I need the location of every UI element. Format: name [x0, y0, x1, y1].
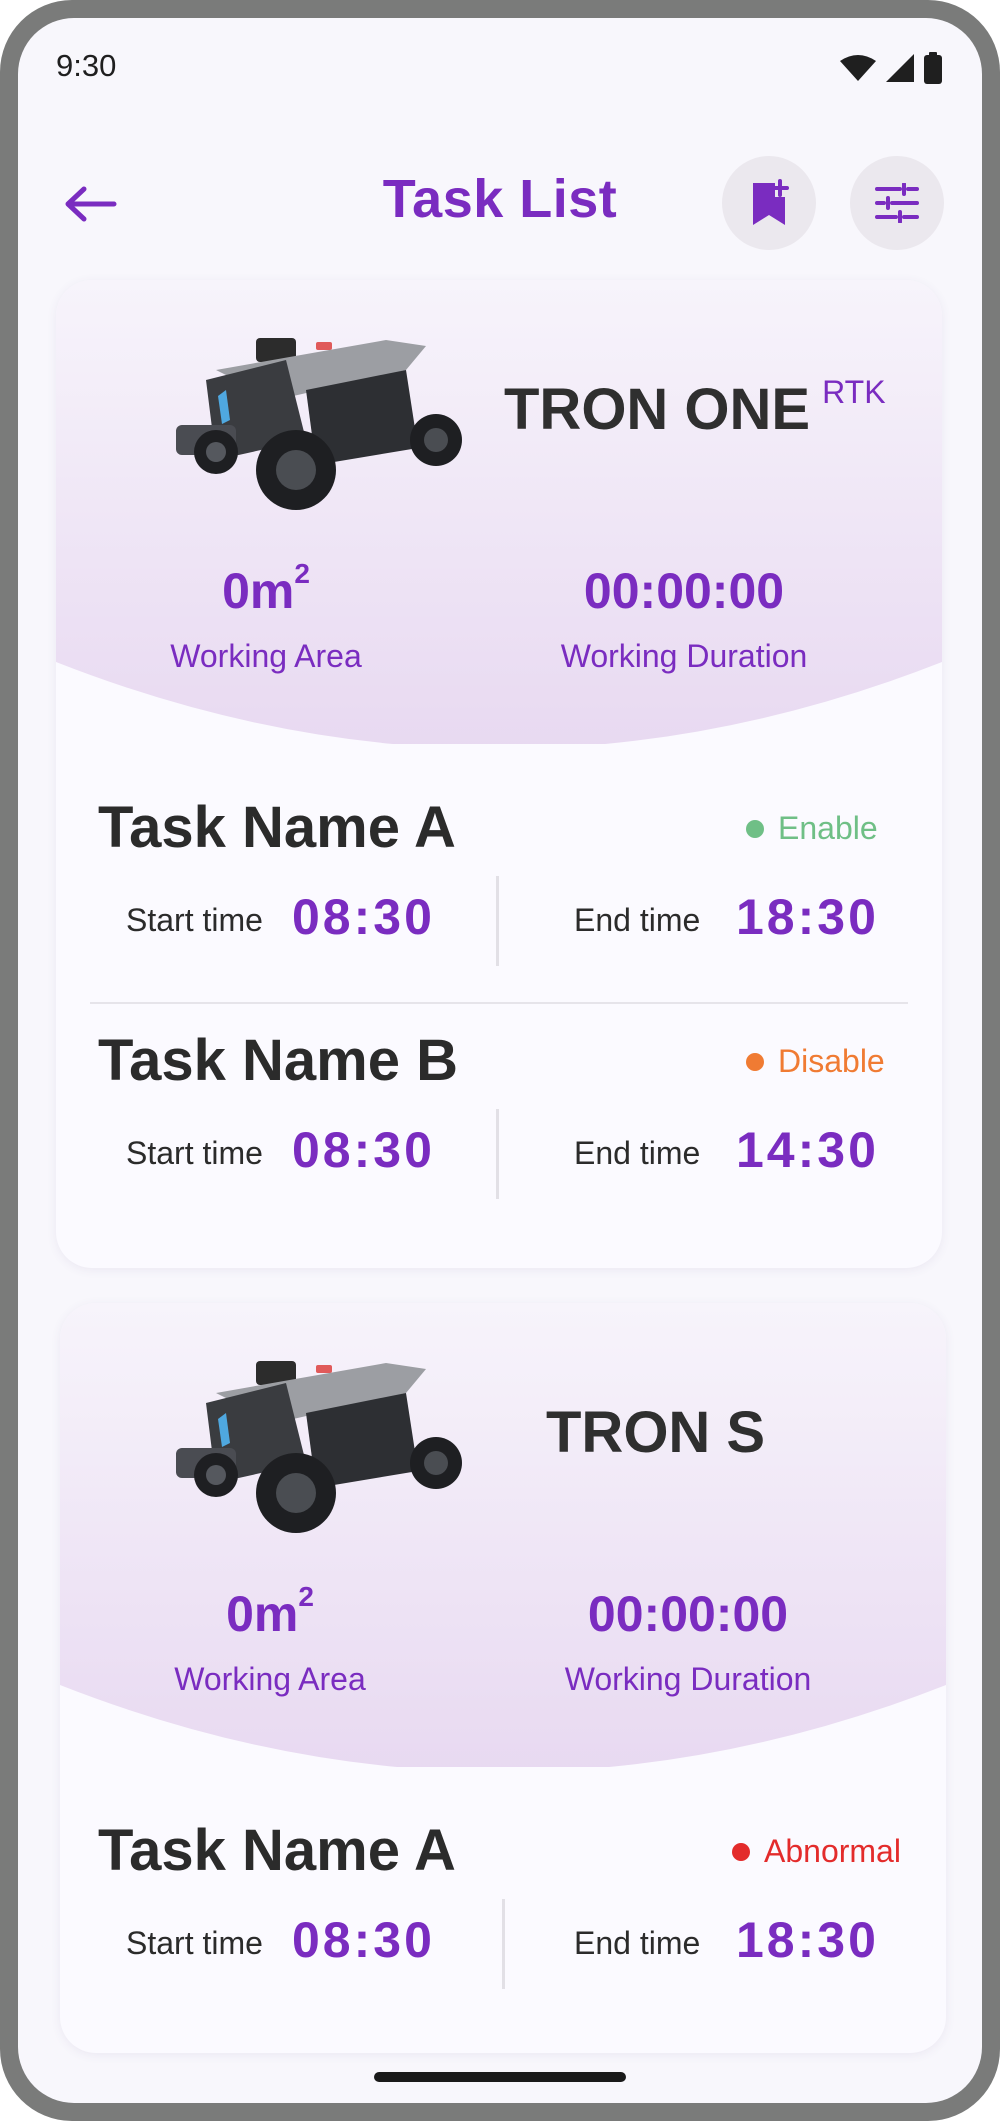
- device-card[interactable]: TRON S 0m2 Working Area 00:00:00 Working…: [60, 1303, 946, 2053]
- start-time-label: Start time: [126, 1135, 263, 1171]
- working-duration-label: Working Duration: [564, 1661, 812, 1697]
- start-time-value: 08:30: [292, 1912, 435, 1968]
- device-name-text: TRON ONE: [504, 377, 811, 442]
- device-hero: TRON S 0m2 Working Area 00:00:00 Working…: [60, 1303, 946, 1767]
- task-item[interactable]: Task Name B Disable Start time 08:30 End…: [56, 1027, 942, 1259]
- device-name: TRON ONE RTK: [504, 374, 886, 443]
- status-time: 9:30: [56, 48, 117, 83]
- status-text: Enable: [778, 810, 878, 846]
- area-unit-superscript: 2: [294, 558, 310, 589]
- end-time-value: 18:30: [736, 1912, 879, 1968]
- filter-button[interactable]: [850, 156, 944, 250]
- start-time-label: Start time: [126, 902, 263, 938]
- working-area-value: 0m2: [150, 1581, 390, 1643]
- start-time-value: 08:30: [292, 889, 435, 945]
- end-time-value: 18:30: [736, 889, 879, 945]
- working-area-value: 0m2: [146, 558, 386, 620]
- time-divider: [496, 876, 499, 966]
- status-bar: 9:30: [18, 18, 982, 118]
- status-text: Disable: [778, 1043, 885, 1079]
- bookmark-add-icon: [753, 179, 789, 225]
- add-bookmark-button[interactable]: [722, 156, 816, 250]
- task-name: Task Name A: [98, 1818, 456, 1883]
- end-time-label: End time: [574, 902, 701, 938]
- device-name: TRON S: [546, 1399, 765, 1466]
- status-dot: [732, 1842, 750, 1861]
- working-area-label: Working Area: [170, 638, 362, 674]
- task-name: Task Name B: [98, 1028, 458, 1093]
- working-duration-stat: 00:00:00 Working Duration: [534, 562, 834, 675]
- working-area-label: Working Area: [174, 1661, 366, 1697]
- status-badge: Disable: [746, 1043, 885, 1080]
- time-divider: [496, 1109, 499, 1199]
- time-row: Start time 08:30 End time 18:30: [60, 1899, 946, 1989]
- time-row: Start time 08:30 End time 18:30: [56, 876, 942, 966]
- working-area-number: 0m: [226, 1586, 299, 1642]
- area-unit-superscript: 2: [298, 1581, 314, 1612]
- start-time-value: 08:30: [292, 1122, 435, 1178]
- status-dot: [746, 1052, 764, 1071]
- working-duration-value: 00:00:00: [587, 1586, 789, 1642]
- time-row: Start time 08:30 End time 14:30: [56, 1109, 942, 1199]
- status-dot: [746, 819, 764, 838]
- working-area-number: 0m: [222, 563, 295, 619]
- task-item[interactable]: Task Name A Enable Start time 08:30 End …: [56, 794, 942, 1026]
- task-item[interactable]: Task Name A Abnormal Start time 08:30 En…: [60, 1817, 946, 2049]
- device-hero: TRON ONE RTK 0m2 Working Area 00:00:00 Wo…: [56, 280, 942, 744]
- time-divider: [502, 1899, 505, 1989]
- page-title: Task List: [382, 169, 618, 229]
- device-name-text: TRON S: [546, 1400, 766, 1465]
- filter-sliders-icon: [875, 183, 919, 223]
- mower-image: [176, 338, 462, 510]
- phone-frame: 9:30 Task List TRON ONE RTK 0m2 Working …: [0, 0, 1000, 2121]
- system-icons: [840, 52, 942, 84]
- app-bar: Task List: [18, 148, 982, 258]
- end-time-label: End time: [574, 1135, 701, 1171]
- signal-icon: [886, 54, 914, 82]
- working-duration-value: 00:00:00: [583, 563, 785, 619]
- status-badge: Enable: [746, 810, 878, 847]
- home-indicator[interactable]: [374, 2072, 626, 2082]
- working-area-stat: 0m2 Working Area: [146, 558, 386, 675]
- start-time-label: Start time: [126, 1925, 263, 1961]
- mower-image: [176, 1361, 462, 1533]
- device-badge: RTK: [822, 374, 886, 410]
- status-badge: Abnormal: [732, 1833, 901, 1870]
- task-name: Task Name A: [98, 795, 456, 860]
- screen: 9:30 Task List TRON ONE RTK 0m2 Working …: [18, 18, 982, 2103]
- working-area-stat: 0m2 Working Area: [150, 1581, 390, 1698]
- end-time-value: 14:30: [736, 1122, 879, 1178]
- wifi-icon: [840, 55, 876, 81]
- working-duration-stat: 00:00:00 Working Duration: [538, 1585, 838, 1698]
- end-time-label: End time: [574, 1925, 701, 1961]
- working-duration-label: Working Duration: [560, 638, 808, 674]
- status-text: Abnormal: [764, 1833, 901, 1869]
- battery-icon: [924, 52, 942, 84]
- task-divider: [90, 1002, 908, 1004]
- device-card[interactable]: TRON ONE RTK 0m2 Working Area 00:00:00 Wo…: [56, 280, 942, 1268]
